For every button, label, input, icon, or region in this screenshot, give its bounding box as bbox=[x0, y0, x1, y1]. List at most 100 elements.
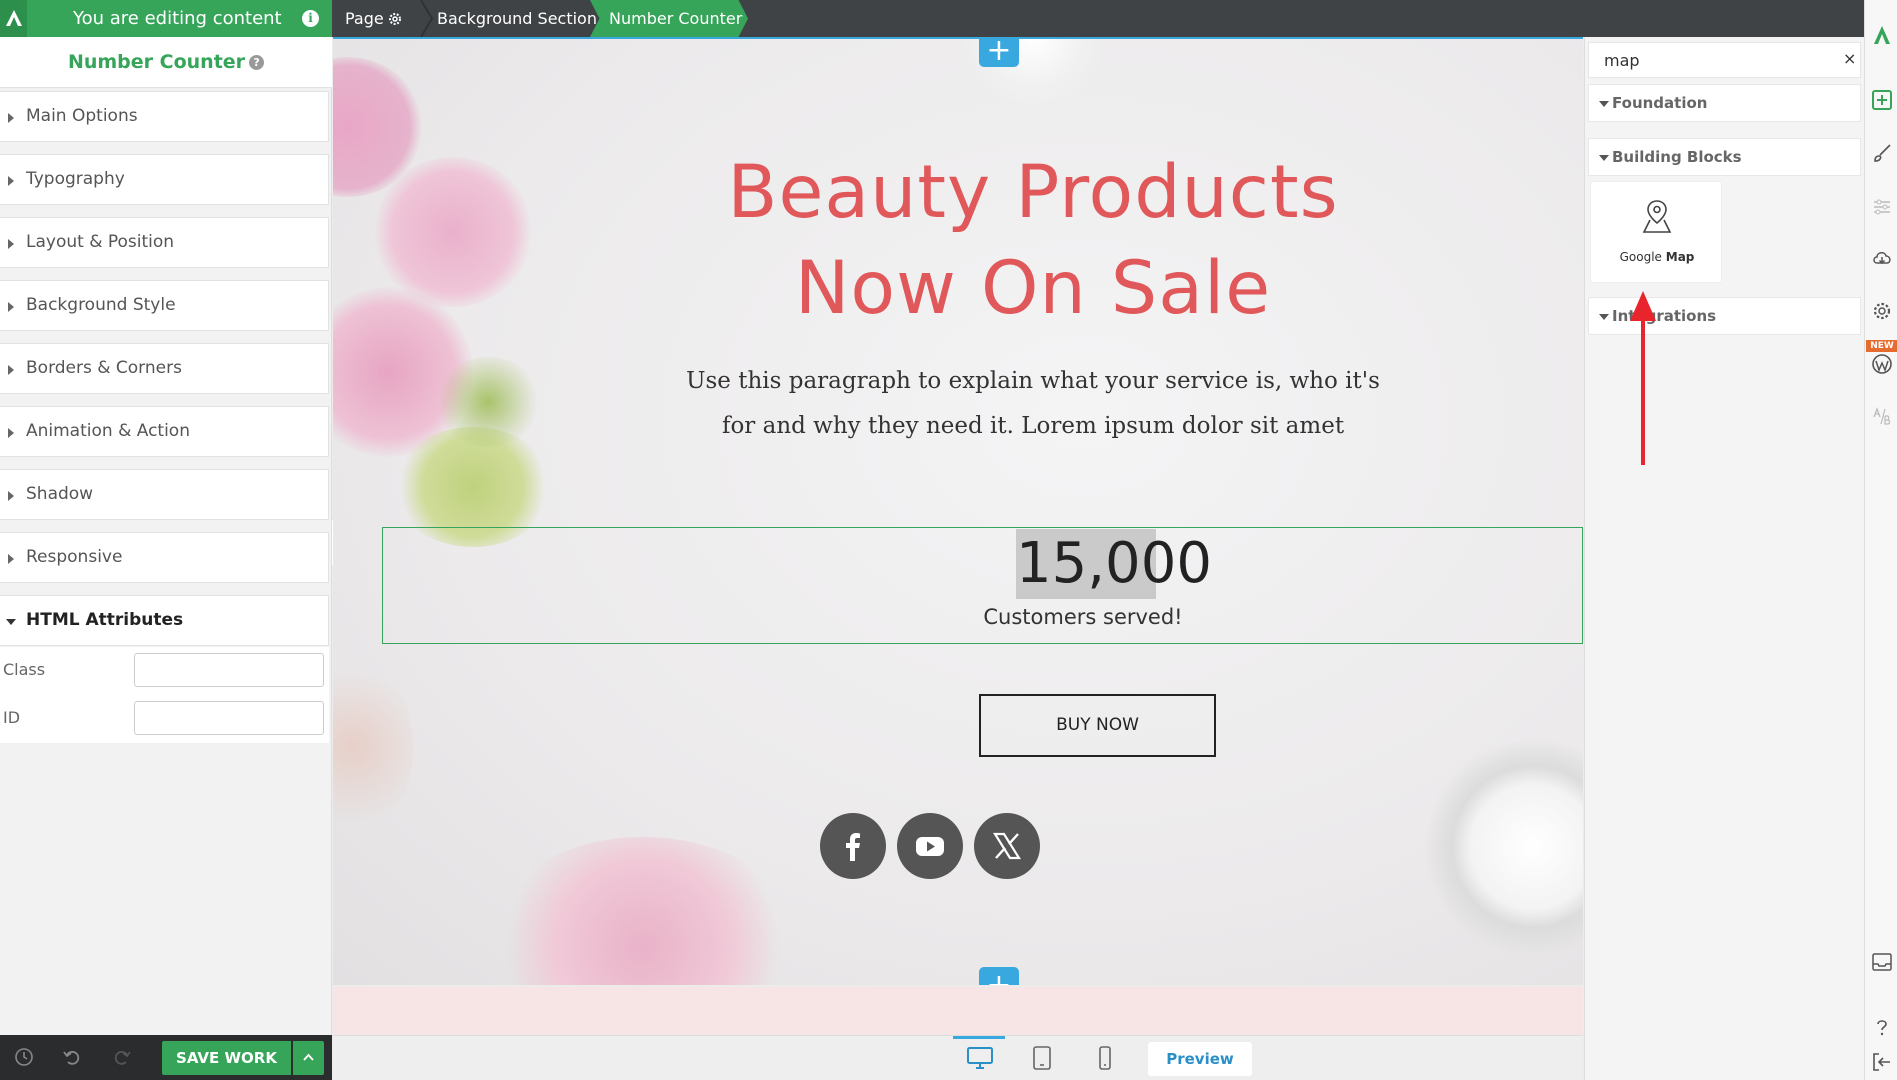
caret-down-icon bbox=[1599, 155, 1609, 161]
panel-footer: SAVE WORK bbox=[0, 1035, 332, 1080]
ab-test-icon[interactable] bbox=[1871, 405, 1893, 427]
jar-decoration bbox=[333, 657, 413, 837]
section-label: HTML Attributes bbox=[26, 610, 184, 630]
new-badge: NEW bbox=[1866, 340, 1897, 352]
leaf-decoration bbox=[433, 357, 543, 447]
settings-gear-icon[interactable] bbox=[1871, 300, 1893, 322]
section-label: Typography bbox=[26, 169, 125, 189]
breadcrumb-number-counter[interactable]: Number Counter bbox=[590, 0, 748, 37]
section-shadow[interactable]: Shadow bbox=[0, 469, 329, 520]
youtube-button[interactable] bbox=[897, 813, 963, 879]
breadcrumb-active-label: Number Counter bbox=[609, 9, 743, 28]
counter-label[interactable]: Customers served! bbox=[933, 605, 1233, 629]
redo-icon[interactable] bbox=[112, 1047, 132, 1067]
page-settings-icon[interactable] bbox=[387, 11, 403, 27]
elements-panel: map × Foundation Building Blocks Google … bbox=[1584, 37, 1864, 1080]
desktop-icon[interactable] bbox=[967, 1046, 993, 1070]
category-foundation[interactable]: Foundation bbox=[1588, 84, 1861, 122]
app-logo-icon[interactable] bbox=[1871, 24, 1893, 46]
class-field-row: Class bbox=[0, 647, 329, 695]
info-icon[interactable]: i bbox=[302, 10, 319, 27]
class-input[interactable] bbox=[134, 653, 324, 687]
top-bar: You are editing content i Page Backgroun… bbox=[0, 0, 1864, 37]
section-label: Main Options bbox=[26, 106, 138, 126]
class-label: Class bbox=[3, 660, 46, 679]
facebook-button[interactable] bbox=[820, 813, 886, 879]
editing-label: You are editing content bbox=[73, 8, 282, 29]
headline[interactable]: Beauty Products Now On Sale bbox=[633, 145, 1433, 337]
brush-icon[interactable] bbox=[1871, 142, 1893, 164]
cloud-download-icon[interactable] bbox=[1871, 247, 1893, 269]
breadcrumb-page[interactable]: Page bbox=[345, 0, 384, 37]
block-label: Google Map bbox=[1591, 250, 1723, 264]
category-label: Foundation bbox=[1612, 94, 1708, 112]
section-animation-action[interactable]: Animation & Action bbox=[0, 406, 329, 457]
caret-down-icon bbox=[1599, 314, 1609, 320]
section-background-style[interactable]: Background Style bbox=[0, 280, 329, 331]
section-main-options[interactable]: Main Options bbox=[0, 91, 329, 142]
caret-right-icon bbox=[8, 554, 14, 564]
caret-down-icon bbox=[6, 619, 16, 625]
google-map-block[interactable]: Google Map bbox=[1590, 181, 1722, 283]
flower-decoration bbox=[373, 157, 533, 307]
add-section-above-button[interactable]: + bbox=[979, 37, 1019, 67]
save-work-button[interactable]: SAVE WORK bbox=[162, 1041, 291, 1075]
breadcrumb-separator bbox=[420, 0, 434, 37]
inbox-icon[interactable] bbox=[1871, 951, 1893, 973]
section-borders-corners[interactable]: Borders & Corners bbox=[0, 343, 329, 394]
jar-decoration bbox=[1423, 737, 1583, 957]
add-section-below-button[interactable]: + bbox=[979, 967, 1019, 985]
tablet-icon[interactable] bbox=[1032, 1046, 1052, 1070]
app-logo[interactable] bbox=[0, 0, 27, 37]
section-typography[interactable]: Typography bbox=[0, 154, 329, 205]
element-options-panel: Number Counter? Main Options Typography … bbox=[0, 37, 332, 1035]
exit-icon[interactable] bbox=[1871, 1051, 1893, 1073]
history-icon[interactable] bbox=[14, 1047, 34, 1067]
counter-value[interactable]: 15,000 bbox=[1016, 529, 1212, 599]
section-top-line bbox=[333, 37, 1583, 39]
preview-button[interactable]: Preview bbox=[1148, 1042, 1252, 1076]
page-canvas: + Beauty Products Now On Sale Use this p… bbox=[333, 37, 1583, 985]
caret-right-icon bbox=[8, 239, 14, 249]
caret-right-icon bbox=[8, 176, 14, 186]
x-icon bbox=[993, 832, 1021, 860]
sliders-icon[interactable] bbox=[1871, 196, 1893, 218]
section-label: Responsive bbox=[26, 547, 123, 567]
next-section bbox=[333, 987, 1583, 1035]
mobile-icon[interactable] bbox=[1097, 1046, 1113, 1070]
section-label: Background Style bbox=[26, 295, 176, 315]
x-button[interactable] bbox=[974, 813, 1040, 879]
headline-line-2: Now On Sale bbox=[794, 246, 1272, 331]
id-field-row: ID bbox=[0, 695, 329, 743]
section-layout-position[interactable]: Layout & Position bbox=[0, 217, 329, 268]
flower-decoration bbox=[483, 837, 803, 985]
category-label: Building Blocks bbox=[1612, 148, 1742, 166]
search-value: map bbox=[1604, 51, 1640, 70]
headline-line-1: Beauty Products bbox=[727, 150, 1339, 235]
right-toolbar: NEW bbox=[1864, 0, 1897, 1080]
device-bar: Preview bbox=[333, 1035, 1583, 1080]
panel-title-text: Number Counter bbox=[67, 51, 246, 73]
undo-icon[interactable] bbox=[62, 1047, 82, 1067]
section-html-attributes[interactable]: HTML Attributes bbox=[0, 595, 329, 646]
id-input[interactable] bbox=[134, 701, 324, 735]
panel-title: Number Counter? bbox=[0, 37, 332, 88]
element-search-input[interactable]: map × bbox=[1588, 42, 1861, 78]
wordpress-icon[interactable] bbox=[1871, 353, 1893, 375]
section-label: Animation & Action bbox=[26, 421, 190, 441]
editing-banner: You are editing content i bbox=[0, 0, 332, 37]
caret-right-icon bbox=[8, 302, 14, 312]
save-options-button[interactable] bbox=[293, 1041, 324, 1075]
facebook-icon bbox=[846, 833, 860, 861]
category-building-blocks[interactable]: Building Blocks bbox=[1588, 138, 1861, 176]
hero-paragraph[interactable]: Use this paragraph to explain what your … bbox=[683, 359, 1383, 449]
help-icon[interactable]: ? bbox=[249, 55, 265, 70]
add-element-icon[interactable] bbox=[1871, 89, 1893, 111]
clear-search-icon[interactable]: × bbox=[1843, 49, 1856, 68]
section-responsive[interactable]: Responsive bbox=[0, 532, 329, 583]
buy-now-button[interactable]: BUY NOW bbox=[979, 694, 1216, 757]
caret-right-icon bbox=[8, 491, 14, 501]
breadcrumb-background-section[interactable]: Background Section bbox=[437, 0, 597, 37]
id-label: ID bbox=[3, 708, 21, 727]
help-circle-icon[interactable] bbox=[1871, 1016, 1893, 1038]
